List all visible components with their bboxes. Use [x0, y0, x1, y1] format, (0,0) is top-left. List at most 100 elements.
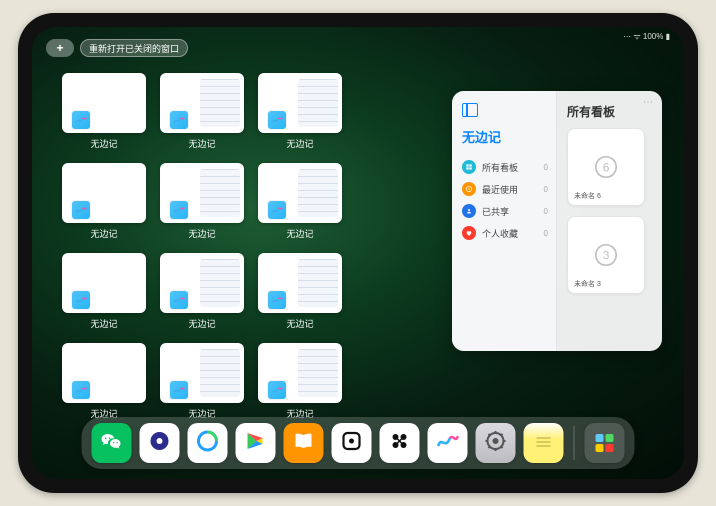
dock-app-qqbrowser[interactable]: [188, 423, 228, 463]
switcher-card[interactable]: 无边记: [62, 73, 146, 155]
reopen-label: 重新打开已关闭的窗口: [89, 42, 179, 55]
quark-icon: [148, 429, 172, 458]
play-icon: [244, 429, 268, 458]
panel-right-title: 所有看板: [567, 103, 654, 120]
wechat-icon: [100, 429, 124, 458]
nav-label: 个人收藏: [482, 227, 518, 240]
settings-icon: [484, 429, 508, 458]
card-thumbnail: [62, 163, 146, 223]
card-thumbnail: [258, 253, 342, 313]
qqbrowser-icon: [196, 429, 220, 458]
switcher-card[interactable]: 无边记: [258, 73, 342, 155]
nav-item-clock[interactable]: 最近使用 0: [462, 178, 548, 200]
plus-icon: +: [56, 41, 63, 55]
nav-label: 所有看板: [482, 161, 518, 174]
dock-separator: [574, 426, 575, 460]
card-label: 无边记: [286, 137, 313, 150]
card-thumbnail: [160, 163, 244, 223]
app-switcher-grid: 无边记无边记无边记无边记无边记无边记无边记无边记无边记无边记无边记无边记: [62, 73, 440, 425]
freeform-app-icon: [268, 111, 286, 129]
nav-count: 0: [544, 229, 548, 238]
freeform-app-icon: [170, 381, 188, 399]
panel-more-button[interactable]: ⋯: [643, 97, 654, 108]
card-thumbnail: [258, 163, 342, 223]
card-label: 无边记: [90, 137, 117, 150]
clock-icon: [462, 182, 476, 196]
freeform-app-icon: [72, 201, 90, 219]
dock-app-flomo[interactable]: [380, 423, 420, 463]
screen: ⋯ ᯤ 100% ▮ + 重新打开已关闭的窗口 无边记无边记无边记无边记无边记无…: [32, 27, 684, 479]
freeform-app-icon: [170, 111, 188, 129]
freeform-icon: [436, 429, 460, 458]
dock: [82, 417, 635, 469]
board-title: 未命名 6: [574, 191, 601, 201]
switcher-card[interactable]: 无边记: [258, 163, 342, 245]
card-label: 无边记: [188, 137, 215, 150]
switcher-card[interactable]: 无边记: [160, 163, 244, 245]
new-window-button[interactable]: +: [46, 39, 74, 57]
nav-item-grid[interactable]: 所有看板 0: [462, 156, 548, 178]
board-tile[interactable]: 6 未命名 6: [567, 128, 645, 206]
switcher-card[interactable]: 无边记: [258, 253, 342, 335]
card-thumbnail: [160, 73, 244, 133]
freeform-app-icon: [268, 291, 286, 309]
nav-item-heart[interactable]: 个人收藏 0: [462, 222, 548, 244]
board-tile[interactable]: 3未命名 3: [567, 216, 645, 294]
switcher-card[interactable]: 无边记: [62, 163, 146, 245]
nav-label: 最近使用: [482, 183, 518, 196]
nav-item-people[interactable]: 已共享 0: [462, 200, 548, 222]
card-thumbnail: [258, 73, 342, 133]
switcher-card[interactable]: 无边记: [160, 253, 244, 335]
dock-app-notes[interactable]: [524, 423, 564, 463]
nav-label: 已共享: [482, 205, 509, 218]
card-thumbnail: [62, 343, 146, 403]
switcher-card[interactable]: 无边记: [62, 343, 146, 425]
card-label: 无边记: [286, 227, 313, 240]
card-label: 无边记: [188, 227, 215, 240]
reopen-closed-window-button[interactable]: 重新打开已关闭的窗口: [80, 39, 188, 57]
ipad-frame: ⋯ ᯤ 100% ▮ + 重新打开已关闭的窗口 无边记无边记无边记无边记无边记无…: [18, 13, 698, 493]
freeform-app-icon: [72, 381, 90, 399]
panel-boards: 所有看板 6 未命名 6 3未命名 3: [557, 91, 662, 351]
card-label: 无边记: [90, 317, 117, 330]
switcher-card[interactable]: 无边记: [160, 343, 244, 425]
sidebar-toggle-icon[interactable]: [462, 103, 478, 117]
switcher-card[interactable]: 无边记: [62, 253, 146, 335]
nav-count: 0: [544, 163, 548, 172]
dock-app-books[interactable]: [284, 423, 324, 463]
grid-icon: [462, 160, 476, 174]
card-label: 无边记: [286, 317, 313, 330]
nav-count: 0: [544, 185, 548, 194]
card-thumbnail: [62, 73, 146, 133]
card-thumbnail: [160, 343, 244, 403]
dock-app-settings[interactable]: [476, 423, 516, 463]
switcher-card[interactable]: 无边记: [160, 73, 244, 155]
freeform-app-icon: [170, 291, 188, 309]
freeform-app-icon: [72, 291, 90, 309]
panel-navigation: 无边记 所有看板0最近使用0已共享0个人收藏0: [452, 91, 557, 351]
status-bar: ⋯ ᯤ 100% ▮: [623, 31, 670, 42]
board-title: 未命名 3: [574, 279, 601, 289]
dock-app-play[interactable]: [236, 423, 276, 463]
freeform-app-icon: [268, 201, 286, 219]
svg-text:6: 6: [603, 160, 610, 174]
dock-app-freeform[interactable]: [428, 423, 468, 463]
switcher-card[interactable]: 无边记: [258, 343, 342, 425]
card-thumbnail: [160, 253, 244, 313]
books-icon: [292, 429, 316, 458]
nav-count: 0: [544, 207, 548, 216]
freeform-app-icon: [170, 201, 188, 219]
flomo-icon: [388, 429, 412, 458]
freeform-app-icon: [72, 111, 90, 129]
dock-app-quark[interactable]: [140, 423, 180, 463]
dock-app-obsidian[interactable]: [332, 423, 372, 463]
freeform-sidebar-panel: ⋯ 无边记 所有看板0最近使用0已共享0个人收藏0 所有看板 6未命名 63未命…: [452, 91, 662, 351]
dock-app-wechat[interactable]: [92, 423, 132, 463]
card-thumbnail: [258, 343, 342, 403]
card-label: 无边记: [188, 317, 215, 330]
heart-icon: [462, 226, 476, 240]
obsidian-icon: [340, 429, 364, 458]
freeform-app-icon: [268, 381, 286, 399]
people-icon: [462, 204, 476, 218]
dock-recent-apps[interactable]: [585, 423, 625, 463]
